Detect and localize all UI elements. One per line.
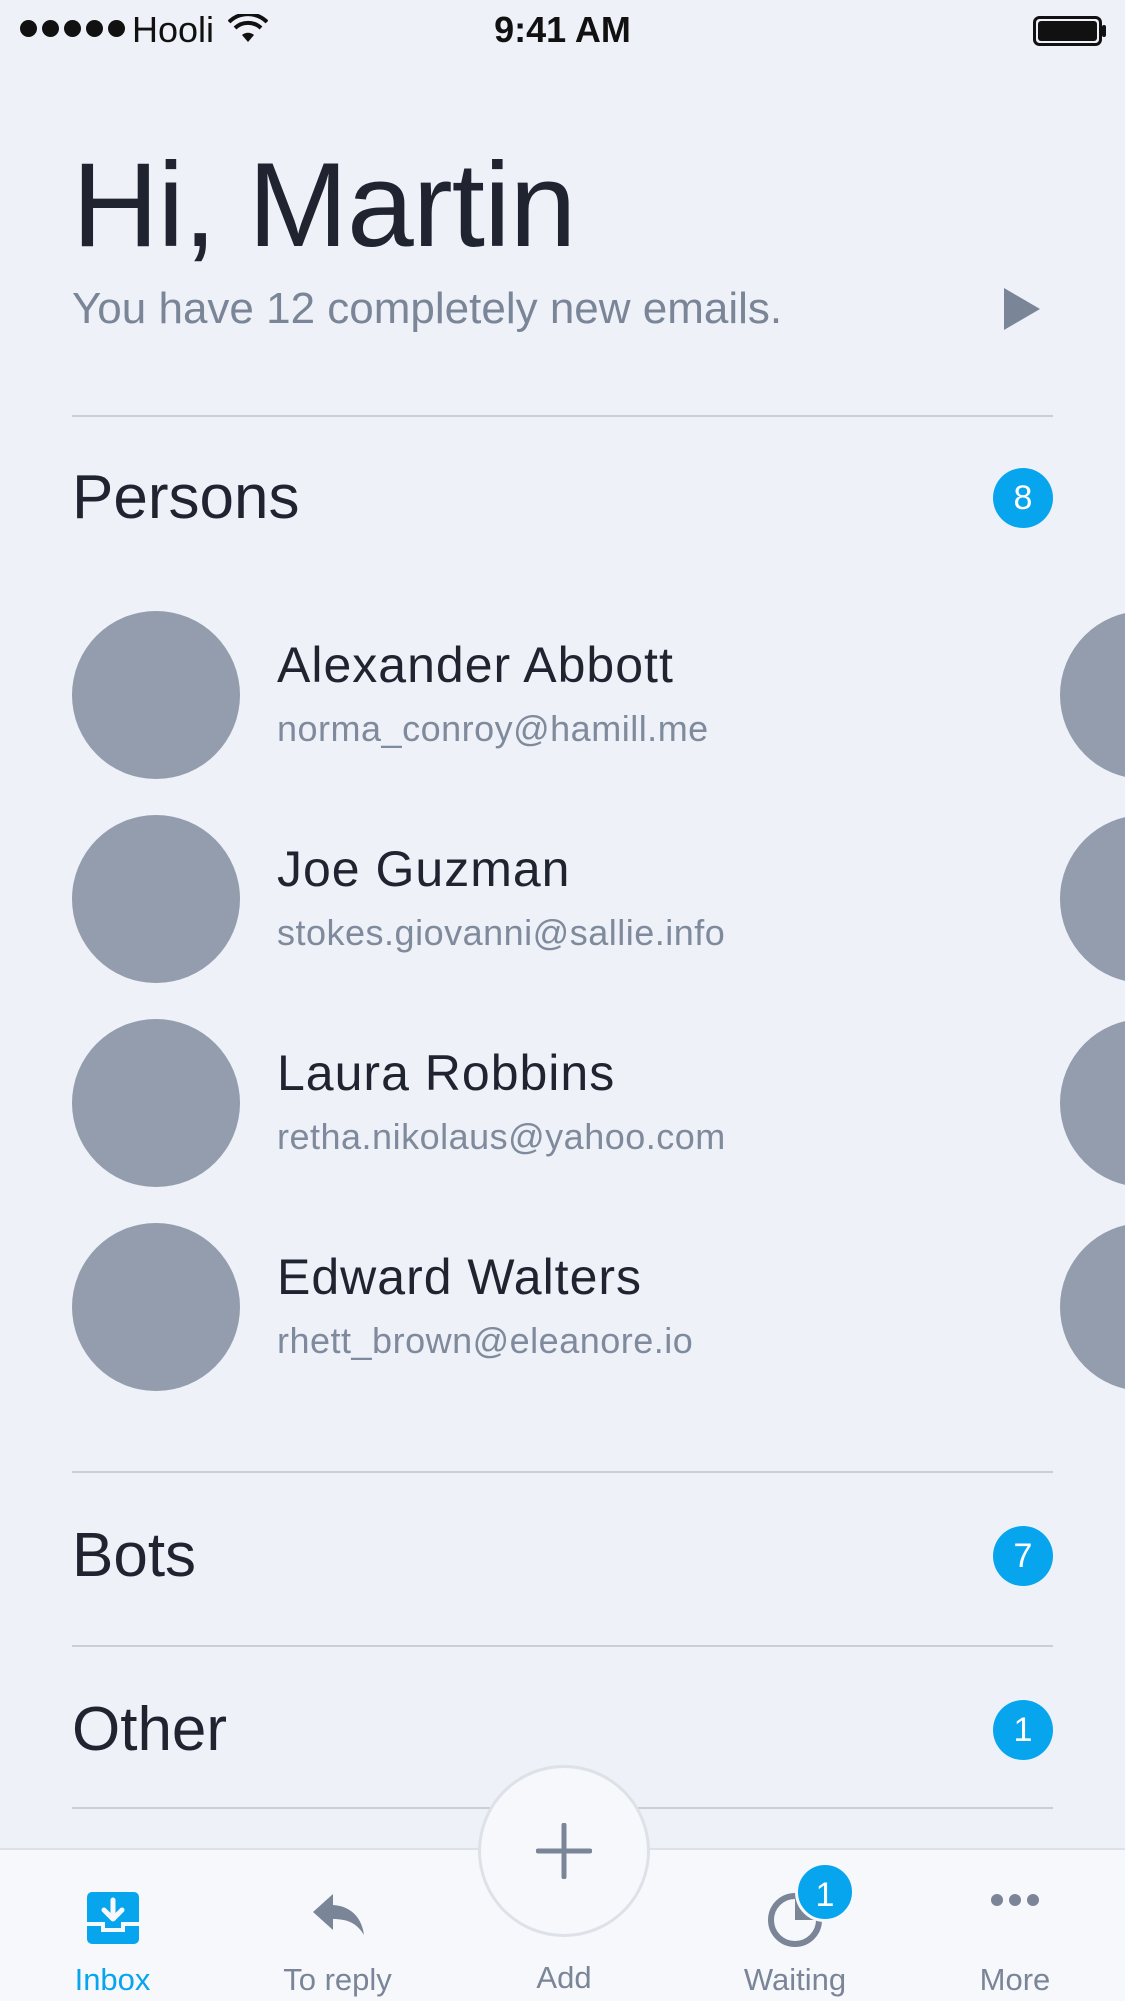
- tab-label: To reply: [283, 1962, 392, 1997]
- add-label: Add: [536, 1960, 592, 1995]
- screen: Hooli 9:41 AM Hi, Martin You have 12 com…: [0, 0, 1125, 2001]
- section-header-other[interactable]: Other 1: [72, 1695, 1053, 1765]
- count-badge: 1: [993, 1700, 1053, 1760]
- section-title: Persons: [72, 463, 300, 532]
- inbox-icon: [86, 1892, 139, 1944]
- tab-more[interactable]: More: [920, 1850, 1110, 2001]
- person-email: norma_conroy@hamill.me: [277, 708, 709, 749]
- tab-to-reply[interactable]: To reply: [240, 1850, 435, 2001]
- person-name: Alexander Abbott: [277, 637, 674, 693]
- avatar: [72, 1223, 240, 1391]
- play-icon[interactable]: [1000, 284, 1044, 334]
- person-email: stokes.giovanni@sallie.info: [277, 912, 726, 953]
- tab-label: Waiting: [743, 1962, 847, 1997]
- tab-label: Inbox: [74, 1962, 151, 1997]
- person-email: rhett_brown@eleanore.io: [277, 1320, 694, 1361]
- avatar: [72, 815, 240, 983]
- person-row[interactable]: Edward Walters rhett_brown@eleanore.io: [0, 1223, 1125, 1391]
- section-title: Other: [72, 1695, 228, 1764]
- tab-waiting[interactable]: Waiting: [700, 1850, 890, 2001]
- divider: [72, 1471, 1053, 1473]
- avatar: [72, 611, 240, 779]
- new-emails-subtitle: You have 12 completely new emails.: [72, 284, 783, 333]
- reply-icon: [312, 1894, 364, 1935]
- avatar: [1060, 1223, 1125, 1391]
- more-icon: [991, 1894, 1039, 1906]
- section-header-persons[interactable]: Persons 8: [72, 463, 1053, 533]
- avatar: [1060, 1019, 1125, 1187]
- person-name: Edward Walters: [277, 1249, 643, 1305]
- tab-label: More: [979, 1962, 1051, 1997]
- person-email: retha.nikolaus@yahoo.com: [277, 1116, 726, 1157]
- add-button[interactable]: [478, 1765, 650, 1937]
- avatar: [72, 1019, 240, 1187]
- tab-inbox[interactable]: Inbox: [20, 1850, 205, 2001]
- count-badge: 7: [993, 1526, 1053, 1586]
- person-row[interactable]: Joe Guzman stokes.giovanni@sallie.info: [0, 815, 1125, 983]
- person-name: Laura Robbins: [277, 1045, 616, 1101]
- count-badge: 8: [993, 468, 1053, 528]
- avatar: [1060, 815, 1125, 983]
- person-row[interactable]: Laura Robbins retha.nikolaus@yahoo.com: [0, 1019, 1125, 1187]
- person-name: Joe Guzman: [277, 841, 571, 897]
- battery-icon: [1033, 16, 1106, 46]
- greeting-title: Hi, Martin: [72, 138, 576, 272]
- status-time: 9:41 AM: [494, 9, 631, 50]
- person-row[interactable]: Alexander Abbott norma_conroy@hamill.me: [0, 611, 1125, 779]
- plus-icon: [536, 1823, 592, 1879]
- divider: [72, 415, 1053, 417]
- avatar: [1060, 611, 1125, 779]
- section-header-bots[interactable]: Bots 7: [72, 1521, 1053, 1591]
- waiting-count-badge: 1: [795, 1862, 855, 1922]
- status-bar: Hooli 9:41 AM: [0, 0, 1125, 60]
- section-title: Bots: [72, 1521, 197, 1590]
- divider: [72, 1645, 1053, 1647]
